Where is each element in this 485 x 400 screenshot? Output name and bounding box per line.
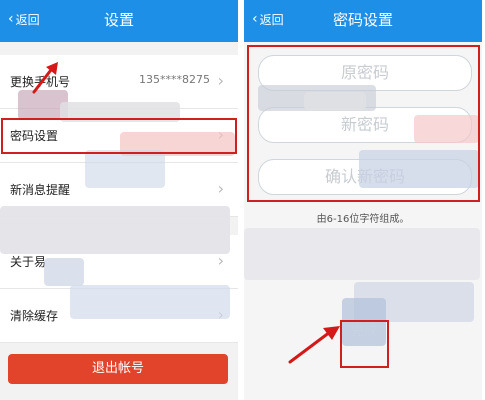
- logout-button[interactable]: 退出帐号: [8, 354, 228, 384]
- highlight-box: [247, 45, 480, 202]
- settings-screen: ‹ 返回 设置 更换手机号 135****8275 › 密码设置 › 新消息提醒…: [0, 0, 238, 400]
- blur-mosaic: [85, 150, 165, 188]
- password-hint: 由6-16位字符组成。: [316, 214, 410, 225]
- red-arrow-icon: [288, 326, 340, 364]
- chevron-right-icon: ›: [217, 179, 224, 198]
- page-title: 密码设置: [332, 11, 393, 29]
- settings-item-label: 关于易: [10, 255, 47, 269]
- phone-number-value: 135****8275: [139, 73, 210, 86]
- highlight-box: [1, 118, 237, 154]
- settings-item-label: 新消息提醒: [10, 183, 71, 197]
- blur-mosaic: [70, 285, 230, 319]
- settings-item-label: 清除缓存: [10, 309, 59, 323]
- navigation-bar: ‹ 返回 设置: [0, 0, 238, 42]
- chevron-right-icon: ›: [217, 71, 224, 90]
- blur-mosaic: [44, 258, 84, 286]
- blur-mosaic: [244, 228, 480, 280]
- navigation-bar: ‹ 返回 密码设置: [244, 0, 482, 42]
- password-settings-screen: ‹ 返回 密码设置 原密码 新密码 确认新密码 由6-16位字符组成。 完成: [244, 0, 482, 400]
- blur-mosaic: [0, 206, 230, 254]
- screenshot-composite: ‹ 返回 设置 更换手机号 135****8275 › 密码设置 › 新消息提醒…: [0, 0, 485, 400]
- highlight-box: [340, 320, 389, 368]
- red-arrow-icon: [32, 62, 58, 94]
- page-title: 设置: [103, 11, 134, 29]
